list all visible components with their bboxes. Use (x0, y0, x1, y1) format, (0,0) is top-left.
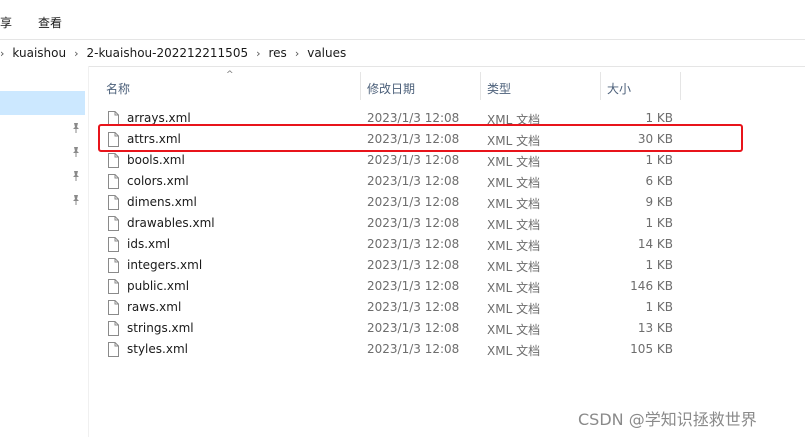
file-size: 13 KB (637, 321, 673, 335)
file-icon (108, 174, 119, 189)
menu-view[interactable]: 查看 (38, 14, 62, 31)
file-icon (108, 342, 119, 357)
sort-ascending-icon: ^ (226, 70, 234, 80)
column-divider[interactable] (360, 72, 361, 100)
pin-icon[interactable] (70, 146, 82, 158)
file-row[interactable]: integers.xml 2023/1/3 12:08 XML 文档 1 KB (100, 255, 700, 276)
file-type: XML 文档 (487, 260, 541, 274)
navigation-pane (0, 66, 89, 437)
file-row[interactable]: styles.xml 2023/1/3 12:08 XML 文档 105 KB (100, 339, 700, 360)
file-size: 105 KB (630, 342, 673, 356)
file-type: XML 文档 (487, 281, 541, 295)
file-name: colors.xml (127, 174, 189, 188)
chevron-right-icon[interactable]: › (0, 47, 4, 60)
breadcrumb-kuaishou[interactable]: kuaishou (12, 46, 66, 60)
file-size: 1 KB (645, 153, 673, 167)
file-row[interactable]: strings.xml 2023/1/3 12:08 XML 文档 13 KB (100, 318, 700, 339)
nav-item-selected[interactable] (0, 91, 85, 115)
file-date: 2023/1/3 12:08 (367, 216, 460, 230)
file-size: 1 KB (645, 216, 673, 230)
file-name: bools.xml (127, 153, 185, 167)
file-row[interactable]: public.xml 2023/1/3 12:08 XML 文档 146 KB (100, 276, 700, 297)
menu-share[interactable]: 享 (0, 14, 12, 31)
file-icon (108, 237, 119, 252)
chevron-right-icon[interactable]: › (256, 47, 260, 60)
file-date: 2023/1/3 12:08 (367, 321, 460, 335)
column-type[interactable]: 类型 (487, 72, 511, 100)
file-size: 9 KB (645, 195, 673, 209)
file-type: XML 文档 (487, 323, 541, 337)
file-icon (108, 300, 119, 315)
file-date: 2023/1/3 12:08 (367, 111, 460, 125)
column-header: ^ 名称 修改日期 类型 大小 (96, 70, 696, 100)
file-name: styles.xml (127, 342, 188, 356)
ribbon-menu: 享 查看 (0, 0, 805, 38)
file-icon (108, 216, 119, 231)
file-date: 2023/1/3 12:08 (367, 300, 460, 314)
breadcrumb-project[interactable]: 2-kuaishou-202212211505 (87, 46, 249, 60)
file-name: raws.xml (127, 300, 182, 314)
file-type: XML 文档 (487, 197, 541, 211)
breadcrumb-values[interactable]: values (307, 46, 346, 60)
file-size: 1 KB (645, 300, 673, 314)
chevron-right-icon[interactable]: › (295, 47, 299, 60)
file-row[interactable]: raws.xml 2023/1/3 12:08 XML 文档 1 KB (100, 297, 700, 318)
file-icon (108, 195, 119, 210)
pin-icon[interactable] (70, 122, 82, 134)
file-type: XML 文档 (487, 218, 541, 232)
address-bar[interactable]: › kuaishou › 2-kuaishou-202212211505 › r… (0, 39, 805, 67)
column-size[interactable]: 大小 (607, 72, 631, 100)
file-name: integers.xml (127, 258, 203, 272)
file-name: dimens.xml (127, 195, 197, 209)
file-row[interactable]: ids.xml 2023/1/3 12:08 XML 文档 14 KB (100, 234, 700, 255)
watermark: CSDN @学知识拯救世界 (578, 410, 757, 429)
file-size: 6 KB (645, 174, 673, 188)
file-type: XML 文档 (487, 344, 541, 358)
highlight-box (98, 124, 743, 152)
file-size: 14 KB (637, 237, 673, 251)
file-date: 2023/1/3 12:08 (367, 153, 460, 167)
file-icon (108, 153, 119, 168)
column-divider[interactable] (600, 72, 601, 100)
pin-icon[interactable] (70, 194, 82, 206)
breadcrumb-res[interactable]: res (269, 46, 287, 60)
file-date: 2023/1/3 12:08 (367, 258, 460, 272)
column-name[interactable]: 名称 (106, 72, 130, 100)
column-date[interactable]: 修改日期 (367, 72, 415, 100)
file-icon (108, 279, 119, 294)
file-date: 2023/1/3 12:08 (367, 237, 460, 251)
file-date: 2023/1/3 12:08 (367, 174, 460, 188)
file-name: drawables.xml (127, 216, 215, 230)
file-date: 2023/1/3 12:08 (367, 279, 460, 293)
file-row[interactable]: bools.xml 2023/1/3 12:08 XML 文档 1 KB (100, 150, 700, 171)
file-size: 146 KB (630, 279, 673, 293)
file-type: XML 文档 (487, 176, 541, 190)
breadcrumb: › kuaishou › 2-kuaishou-202212211505 › r… (0, 45, 346, 61)
pin-icon[interactable] (70, 170, 82, 182)
column-divider[interactable] (480, 72, 481, 100)
file-row[interactable]: dimens.xml 2023/1/3 12:08 XML 文档 9 KB (100, 192, 700, 213)
file-size: 1 KB (645, 258, 673, 272)
file-name: ids.xml (127, 237, 171, 251)
file-date: 2023/1/3 12:08 (367, 195, 460, 209)
file-name: arrays.xml (127, 111, 191, 125)
file-type: XML 文档 (487, 302, 541, 316)
file-type: XML 文档 (487, 239, 541, 253)
file-type: XML 文档 (487, 155, 541, 169)
file-name: public.xml (127, 279, 190, 293)
file-row[interactable]: colors.xml 2023/1/3 12:08 XML 文档 6 KB (100, 171, 700, 192)
file-date: 2023/1/3 12:08 (367, 342, 460, 356)
chevron-right-icon[interactable]: › (74, 47, 78, 60)
file-row[interactable]: drawables.xml 2023/1/3 12:08 XML 文档 1 KB (100, 213, 700, 234)
file-icon (108, 258, 119, 273)
column-divider[interactable] (680, 72, 681, 100)
file-size: 1 KB (645, 111, 673, 125)
file-name: strings.xml (127, 321, 194, 335)
file-icon (108, 321, 119, 336)
